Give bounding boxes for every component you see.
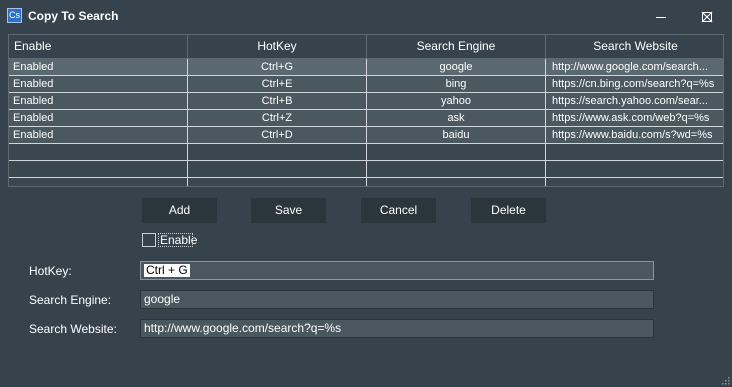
cell-hotkey: Ctrl+D bbox=[188, 127, 367, 143]
cell-enable: Enabled bbox=[9, 127, 188, 143]
cell-hotkey: Ctrl+Z bbox=[188, 110, 367, 126]
empty-cell bbox=[367, 178, 546, 186]
column-header-hotkey[interactable]: HotKey bbox=[188, 35, 367, 58]
empty-cell bbox=[188, 144, 367, 160]
cell-website: http://www.google.com/search... bbox=[552, 61, 708, 73]
add-button[interactable]: Add bbox=[142, 198, 217, 223]
table-row[interactable]: Enabled Ctrl+B yahoo https://search.yaho… bbox=[9, 93, 723, 110]
cell-enable: Enabled bbox=[9, 110, 188, 126]
table-row[interactable]: Enabled Ctrl+Z ask https://www.ask.com/w… bbox=[9, 110, 723, 127]
column-header-enable[interactable]: Enable bbox=[9, 35, 188, 58]
column-header-website[interactable]: Search Website bbox=[546, 35, 723, 58]
search-engine-label: Search Engine: bbox=[29, 293, 112, 307]
empty-cell bbox=[367, 144, 546, 160]
cancel-button[interactable]: Cancel bbox=[361, 198, 436, 223]
empty-cell bbox=[9, 178, 188, 186]
empty-cell bbox=[367, 161, 546, 177]
empty-row[interactable] bbox=[9, 144, 723, 161]
cell-engine: ask bbox=[367, 110, 546, 126]
search-engine-field[interactable]: google bbox=[140, 290, 654, 309]
cell-website: https://cn.bing.com/search?q=%s bbox=[552, 78, 715, 90]
cell-enable: Enabled bbox=[9, 59, 188, 75]
delete-button[interactable]: Delete bbox=[471, 198, 546, 223]
close-icon bbox=[701, 11, 713, 22]
window-title: Copy To Search bbox=[28, 9, 119, 23]
empty-cell bbox=[9, 144, 188, 160]
app-icon: Cs bbox=[7, 8, 22, 23]
minimize-button-real[interactable] bbox=[638, 0, 684, 33]
cell-engine: baidu bbox=[367, 127, 546, 143]
resize-grip-icon[interactable] bbox=[722, 377, 730, 385]
cell-enable: Enabled bbox=[9, 76, 188, 92]
cell-engine: google bbox=[367, 59, 546, 75]
cell-hotkey: Ctrl+E bbox=[188, 76, 367, 92]
table-row[interactable]: Enabled Ctrl+G google http://www.google.… bbox=[9, 59, 723, 76]
cell-engine: yahoo bbox=[367, 93, 546, 109]
cell-enable: Enabled bbox=[9, 93, 188, 109]
empty-cell bbox=[188, 178, 367, 186]
empty-row[interactable] bbox=[9, 161, 723, 178]
cell-engine: bing bbox=[367, 76, 546, 92]
search-website-field[interactable]: http://www.google.com/search?q=%s bbox=[140, 319, 654, 338]
column-header-engine[interactable]: Search Engine bbox=[367, 35, 546, 58]
save-button[interactable]: Save bbox=[251, 198, 326, 223]
cell-hotkey: Ctrl+G bbox=[188, 59, 367, 75]
empty-row[interactable] bbox=[9, 178, 723, 186]
empty-cell bbox=[188, 161, 367, 177]
title-bar: Cs Copy To Search bbox=[0, 0, 732, 33]
cell-hotkey: Ctrl+B bbox=[188, 93, 367, 109]
empty-cell bbox=[546, 178, 723, 186]
hotkey-table[interactable]: Enable HotKey Search Engine Search Websi… bbox=[8, 34, 724, 187]
close-button[interactable] bbox=[684, 0, 730, 33]
cell-website: https://www.baidu.com/s?wd=%s bbox=[552, 129, 713, 141]
enable-checkbox-label[interactable]: Enable bbox=[158, 233, 197, 247]
enable-checkbox[interactable] bbox=[142, 233, 156, 247]
empty-cell bbox=[546, 161, 723, 177]
cell-website: https://www.ask.com/web?q=%s bbox=[552, 112, 710, 124]
table-header: Enable HotKey Search Engine Search Websi… bbox=[9, 35, 723, 59]
empty-cell bbox=[546, 144, 723, 160]
cell-website: https://search.yahoo.com/sear... bbox=[552, 95, 708, 107]
minimize-icon bbox=[656, 16, 666, 18]
empty-cell bbox=[9, 161, 188, 177]
search-website-label: Search Website: bbox=[29, 322, 117, 336]
table-row[interactable]: Enabled Ctrl+E bing https://cn.bing.com/… bbox=[9, 76, 723, 93]
table-row[interactable]: Enabled Ctrl+D baidu https://www.baidu.c… bbox=[9, 127, 723, 144]
hotkey-label: HotKey: bbox=[29, 264, 72, 278]
hotkey-value: Ctrl + G bbox=[144, 263, 190, 277]
hotkey-field[interactable]: Ctrl + G bbox=[140, 261, 654, 280]
